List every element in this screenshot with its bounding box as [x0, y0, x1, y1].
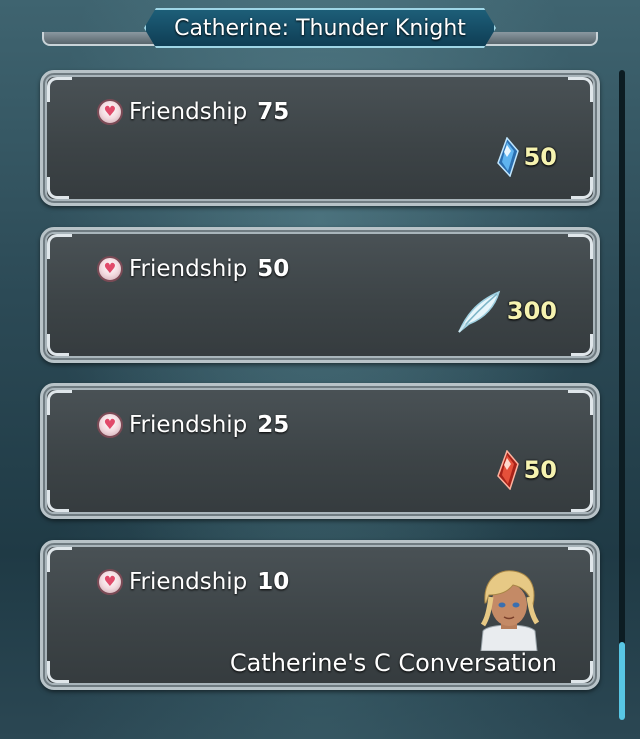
character-portrait — [480, 570, 540, 651]
friendship-requirement: ♥ Friendship 50 — [97, 256, 289, 282]
reward-amount: 50 — [523, 456, 557, 484]
heart-icon: ♥ — [97, 99, 123, 125]
heart-icon: ♥ — [97, 569, 123, 595]
requirement-value: 75 — [257, 99, 290, 125]
requirement-value: 10 — [257, 569, 290, 595]
red-crystal-icon — [496, 450, 519, 490]
reward-panel-friendship-75: ♥ Friendship 75 50 — [40, 70, 600, 206]
requirement-label: Friendship — [129, 256, 248, 282]
scrollbar-track[interactable] — [619, 70, 625, 720]
reward: 50 — [494, 137, 557, 177]
conversation-reward-label: Catherine's C Conversation — [229, 649, 557, 677]
friendship-requirement: ♥ Friendship 25 — [97, 412, 289, 438]
reward-amount: 300 — [506, 297, 557, 325]
scrollbar-thumb[interactable] — [619, 642, 625, 720]
requirement-label: Friendship — [129, 569, 248, 595]
requirement-value: 50 — [257, 256, 290, 282]
feather-icon — [458, 290, 501, 333]
reward: 50 — [494, 450, 557, 490]
friendship-requirement: ♥ Friendship 10 — [97, 569, 289, 595]
reward-amount: 50 — [523, 143, 557, 171]
reward-panel-friendship-10: ♥ Friendship 10 Catherine's C Conversati… — [40, 540, 600, 690]
requirement-value: 25 — [257, 412, 290, 438]
reward-panel-friendship-50: ♥ Friendship 50 300 — [40, 227, 600, 363]
friendship-requirement: ♥ Friendship 75 — [97, 99, 289, 125]
reward-panel-friendship-25: ♥ Friendship 25 50 — [40, 383, 600, 519]
requirement-label: Friendship — [129, 99, 248, 125]
page-title: Catherine: Thunder Knight — [174, 15, 466, 41]
reward: 300 — [455, 288, 557, 334]
blue-crystal-icon — [496, 137, 519, 177]
heart-icon: ♥ — [97, 412, 123, 438]
title-banner: Catherine: Thunder Knight — [144, 8, 496, 48]
requirement-label: Friendship — [129, 412, 248, 438]
heart-icon: ♥ — [97, 256, 123, 282]
